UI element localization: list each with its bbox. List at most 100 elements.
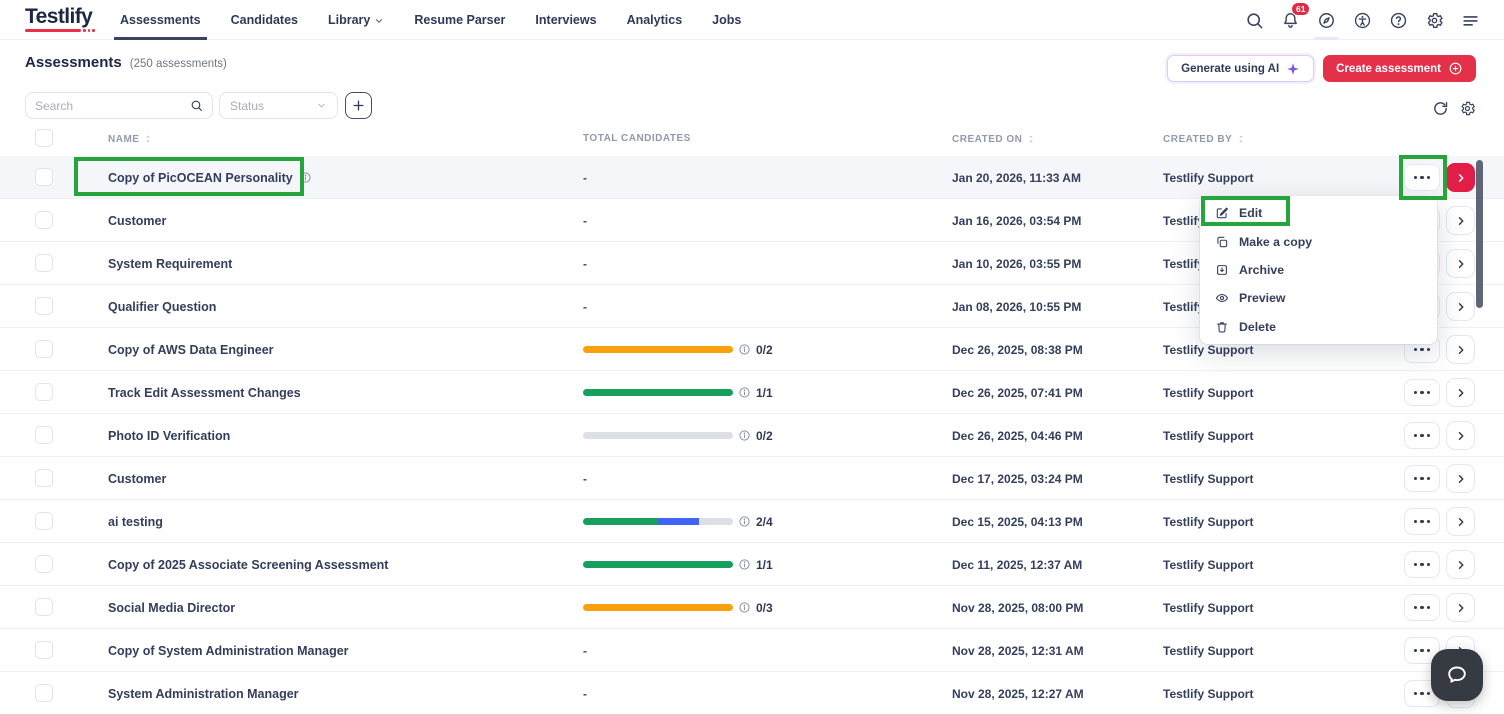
candidates-empty: - bbox=[583, 643, 587, 658]
info-icon[interactable] bbox=[738, 343, 751, 356]
info-icon[interactable] bbox=[738, 515, 751, 528]
menu-item-delete[interactable]: Delete bbox=[1200, 313, 1437, 341]
column-header-created-on[interactable]: CREATED ON bbox=[952, 133, 1037, 145]
row-actions-ellipsis-button[interactable] bbox=[1404, 379, 1440, 406]
assessment-name[interactable]: Customer bbox=[108, 457, 166, 500]
search-button[interactable] bbox=[1245, 0, 1264, 40]
assessment-name[interactable]: Photo ID Verification bbox=[108, 414, 230, 457]
info-icon[interactable] bbox=[738, 601, 751, 614]
assessment-name-text: Copy of PicOCEAN Personality bbox=[108, 170, 293, 185]
assessment-name[interactable]: Qualifier Question bbox=[108, 285, 216, 328]
testlify-logo[interactable]: Testlify bbox=[25, 5, 95, 32]
row-actions-ellipsis-button[interactable] bbox=[1404, 164, 1440, 191]
menu-item-preview[interactable]: Preview bbox=[1200, 284, 1437, 312]
search-input[interactable] bbox=[35, 98, 190, 113]
nav-item-label: Resume Parser bbox=[414, 13, 506, 27]
nav-item-candidates[interactable]: Candidates bbox=[231, 0, 298, 40]
row-checkbox[interactable] bbox=[35, 512, 53, 530]
status-filter-dropdown[interactable]: Status bbox=[219, 92, 338, 119]
nav-item-interviews[interactable]: Interviews bbox=[535, 0, 596, 40]
row-expand-button[interactable] bbox=[1446, 464, 1475, 493]
row-actions-ellipsis-button[interactable] bbox=[1404, 508, 1440, 535]
info-icon[interactable] bbox=[738, 429, 751, 442]
nav-item-library[interactable]: Library bbox=[328, 0, 384, 40]
row-checkbox[interactable] bbox=[35, 469, 53, 487]
vertical-scrollbar[interactable] bbox=[1476, 160, 1483, 308]
row-expand-button[interactable] bbox=[1446, 249, 1475, 278]
menu-item-archive[interactable]: Archive bbox=[1200, 256, 1437, 284]
column-header-name[interactable]: NAME bbox=[108, 133, 154, 145]
nav-item-resume-parser[interactable]: Resume Parser bbox=[414, 0, 505, 40]
nav-item-label: Library bbox=[328, 13, 371, 27]
assessment-name[interactable]: Social Media Director bbox=[108, 586, 235, 629]
assessment-name[interactable]: ai testing bbox=[108, 500, 163, 543]
row-expand-button[interactable] bbox=[1446, 378, 1475, 407]
assessment-name[interactable]: System Requirement bbox=[108, 242, 232, 285]
row-actions-ellipsis-button[interactable] bbox=[1404, 422, 1440, 449]
assessment-name-text: Track Edit Assessment Changes bbox=[108, 385, 301, 400]
row-checkbox[interactable] bbox=[35, 211, 53, 229]
row-expand-button[interactable] bbox=[1446, 163, 1475, 192]
menu-button[interactable] bbox=[1461, 0, 1480, 40]
column-header-created-by[interactable]: CREATED BY bbox=[1163, 133, 1247, 145]
row-checkbox[interactable] bbox=[35, 297, 53, 315]
settings-button[interactable] bbox=[1425, 0, 1444, 40]
row-expand-button[interactable] bbox=[1446, 335, 1475, 364]
menu-item-make-a-copy[interactable]: Make a copy bbox=[1200, 227, 1437, 255]
nav-item-jobs[interactable]: Jobs bbox=[712, 0, 741, 40]
table-row: Track Edit Assessment Changes 1/1 Dec 26, … bbox=[0, 371, 1504, 414]
assessment-name[interactable]: Copy of PicOCEAN Personality bbox=[108, 156, 312, 199]
row-checkbox[interactable] bbox=[35, 598, 53, 616]
help-button[interactable] bbox=[1389, 0, 1408, 40]
row-checkbox[interactable] bbox=[35, 168, 53, 186]
row-expand-button[interactable] bbox=[1446, 593, 1475, 622]
info-icon[interactable] bbox=[738, 386, 751, 399]
assessment-name[interactable]: Customer bbox=[108, 199, 166, 242]
create-assessment-button[interactable]: Create assessment bbox=[1323, 55, 1476, 82]
refresh-icon[interactable] bbox=[1432, 100, 1449, 117]
row-actions-ellipsis-button[interactable] bbox=[1404, 594, 1440, 621]
info-icon[interactable] bbox=[738, 558, 751, 571]
generate-ai-button[interactable]: Generate using AI bbox=[1167, 55, 1315, 82]
candidates-progress-bar bbox=[583, 346, 733, 353]
row-checkbox[interactable] bbox=[35, 684, 53, 702]
row-checkbox[interactable] bbox=[35, 641, 53, 659]
row-expand-button[interactable] bbox=[1446, 292, 1475, 321]
row-actions-ellipsis-button[interactable] bbox=[1404, 551, 1440, 578]
page-title: Assessments bbox=[25, 54, 122, 71]
row-checkbox[interactable] bbox=[35, 340, 53, 358]
menu-item-edit[interactable]: Edit bbox=[1200, 199, 1437, 227]
row-actions-ellipsis-button[interactable] bbox=[1404, 465, 1440, 492]
nav-item-analytics[interactable]: Analytics bbox=[627, 0, 683, 40]
created-on: Jan 16, 2026, 03:54 PM bbox=[952, 213, 1082, 228]
assessment-name[interactable]: Copy of AWS Data Engineer bbox=[108, 328, 274, 371]
search-icon bbox=[190, 98, 203, 113]
row-checkbox[interactable] bbox=[35, 426, 53, 444]
explore-button[interactable] bbox=[1314, 0, 1339, 40]
add-filter-button[interactable] bbox=[345, 92, 372, 119]
assessment-name[interactable]: Copy of System Administration Manager bbox=[108, 629, 349, 672]
assessment-name[interactable]: Track Edit Assessment Changes bbox=[108, 371, 301, 414]
candidates-count: 0/3 bbox=[756, 600, 773, 615]
row-expand-button[interactable] bbox=[1446, 550, 1475, 579]
nav-item-assessments[interactable]: Assessments bbox=[114, 0, 207, 40]
assessment-name[interactable]: Copy of 2025 Associate Screening Assessm… bbox=[108, 543, 388, 586]
row-checkbox[interactable] bbox=[35, 383, 53, 401]
row-checkbox[interactable] bbox=[35, 254, 53, 272]
accessibility-button[interactable] bbox=[1353, 0, 1372, 40]
created-by: Testlify Support bbox=[1163, 471, 1254, 486]
created-by: Testlify Support bbox=[1163, 514, 1254, 529]
created-by: Testlify Support bbox=[1163, 643, 1254, 658]
created-on: Jan 20, 2026, 11:33 AM bbox=[952, 170, 1081, 185]
chat-widget-button[interactable] bbox=[1431, 649, 1483, 701]
row-checkbox[interactable] bbox=[35, 555, 53, 573]
row-expand-button[interactable] bbox=[1446, 206, 1475, 235]
row-expand-button[interactable] bbox=[1446, 421, 1475, 450]
table-settings-gear-icon[interactable] bbox=[1459, 100, 1476, 117]
assessment-name[interactable]: System Administration Manager bbox=[108, 672, 299, 714]
status-filter-label: Status bbox=[230, 98, 265, 113]
select-all-checkbox[interactable] bbox=[35, 129, 53, 147]
notification-badge: 61 bbox=[1291, 2, 1311, 16]
row-expand-button[interactable] bbox=[1446, 507, 1475, 536]
notifications-button[interactable]: 61 bbox=[1281, 0, 1311, 40]
